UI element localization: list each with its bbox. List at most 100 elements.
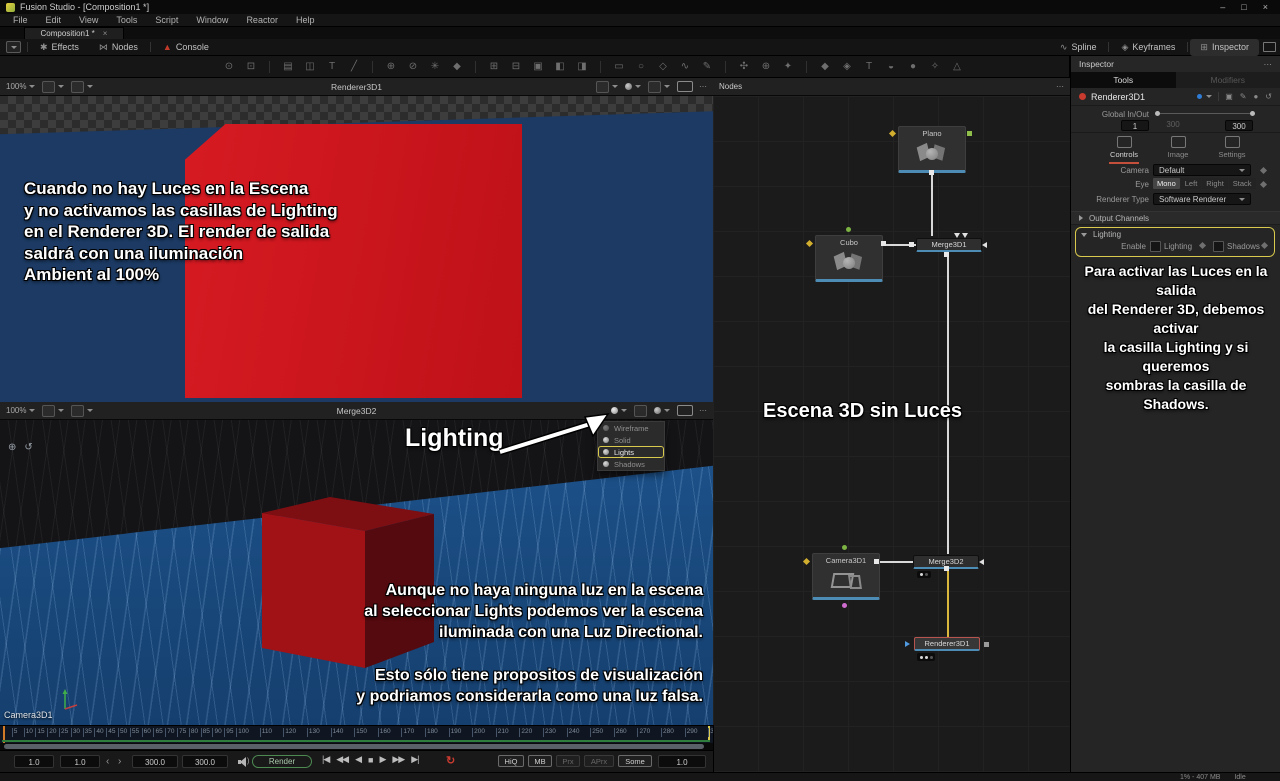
tool-icon[interactable]: ⊙ bbox=[222, 61, 236, 72]
node-plano[interactable]: Plano bbox=[898, 126, 966, 173]
playback-go-end[interactable]: ▶| bbox=[411, 754, 418, 765]
playback-go-start[interactable]: |◀ bbox=[322, 754, 329, 765]
tool-icon[interactable]: ● bbox=[906, 61, 920, 72]
subtab-controls[interactable]: Controls bbox=[1109, 136, 1139, 164]
grid-options-icon[interactable] bbox=[648, 81, 661, 93]
output-connector[interactable] bbox=[929, 170, 934, 175]
global-range-slider[interactable] bbox=[1157, 113, 1253, 114]
lighting-checkbox[interactable] bbox=[1150, 241, 1161, 252]
menu-view[interactable]: View bbox=[70, 15, 107, 25]
pick-icon[interactable]: ● bbox=[1253, 92, 1258, 101]
viewport-1[interactable]: Renderer3D1 100% ⋯ Cuando no hay Luces e… bbox=[0, 78, 714, 402]
viewer-option-icon[interactable] bbox=[71, 405, 84, 417]
global-out-field[interactable]: 300 bbox=[1225, 120, 1253, 131]
quality-hiq[interactable]: HiQ bbox=[498, 755, 524, 767]
tool-icon[interactable]: ▭ bbox=[612, 61, 626, 72]
monitor-icon[interactable] bbox=[1263, 42, 1276, 52]
spline-button[interactable]: ∿ Spline bbox=[1050, 39, 1107, 56]
node-renderer3d1[interactable]: Renderer3D1 bbox=[914, 637, 980, 651]
tool-icon[interactable]: △ bbox=[950, 61, 964, 72]
tool-icon[interactable]: ⊡ bbox=[244, 61, 258, 72]
viewer-option-icon[interactable] bbox=[71, 81, 84, 93]
effects-button[interactable]: ✱ Effects bbox=[30, 39, 89, 56]
viewport1-canvas[interactable]: Cuando no hay Luces en la Escenay no act… bbox=[0, 96, 713, 402]
node-enable-toggle[interactable] bbox=[1079, 93, 1086, 100]
pan-tool-icon[interactable]: ⊕ bbox=[8, 442, 16, 453]
shadows-checkbox[interactable] bbox=[1213, 241, 1224, 252]
menu-window[interactable]: Window bbox=[187, 15, 237, 25]
animate-dot-icon[interactable] bbox=[1260, 181, 1267, 188]
versions-icon[interactable]: ▣ bbox=[1225, 92, 1233, 101]
tool-icon[interactable]: ╱ bbox=[347, 61, 361, 72]
shading-mode-icon[interactable] bbox=[634, 405, 647, 417]
eye-option-stack[interactable]: Stack bbox=[1229, 178, 1256, 189]
output-channels-section[interactable]: Output Channels bbox=[1071, 211, 1280, 225]
tool-icon[interactable]: ✎ bbox=[700, 61, 714, 72]
menu-tools[interactable]: Tools bbox=[107, 15, 146, 25]
menu-file[interactable]: File bbox=[4, 15, 37, 25]
maximize-button[interactable]: □ bbox=[1241, 2, 1246, 12]
output-connector[interactable] bbox=[881, 241, 886, 246]
menu-help[interactable]: Help bbox=[287, 15, 324, 25]
tool-icon[interactable]: ◒ bbox=[884, 61, 898, 72]
node-merge3d1[interactable]: Merge3D1 bbox=[916, 238, 982, 252]
tool-icon[interactable]: ∿ bbox=[678, 61, 692, 72]
tool-icon[interactable]: ◧ bbox=[553, 61, 567, 72]
input-connector[interactable] bbox=[806, 240, 813, 247]
tool-icon[interactable]: ○ bbox=[634, 61, 648, 72]
channel-select-icon[interactable] bbox=[42, 405, 55, 417]
tool-icon[interactable]: ⊞ bbox=[487, 61, 501, 72]
speaker-icon[interactable]: ) bbox=[238, 757, 250, 767]
channel-select-icon[interactable] bbox=[42, 81, 55, 93]
playback-play-reverse[interactable]: ◀ bbox=[355, 754, 361, 765]
output-connector[interactable] bbox=[984, 642, 989, 647]
tool-icon[interactable]: ✳ bbox=[428, 61, 442, 72]
tool-icon[interactable]: ▤ bbox=[281, 61, 295, 72]
tool-icon[interactable]: ⊕ bbox=[759, 61, 773, 72]
tool-icon[interactable]: ◆ bbox=[818, 61, 832, 72]
slider-handle[interactable] bbox=[1155, 111, 1160, 116]
tool-icon[interactable]: T bbox=[325, 61, 339, 72]
tool-icon[interactable]: T bbox=[862, 61, 876, 72]
subtab-settings[interactable]: Settings bbox=[1217, 136, 1247, 164]
close-button[interactable]: × bbox=[1263, 2, 1268, 12]
viewport2-menu-icon[interactable]: ⋯ bbox=[699, 406, 707, 415]
color-dot-icon[interactable] bbox=[1197, 94, 1202, 99]
input-connector[interactable] bbox=[846, 227, 851, 232]
render-button[interactable]: Render bbox=[252, 755, 312, 768]
tool-icon[interactable]: ✧ bbox=[928, 61, 942, 72]
tab-composition1[interactable]: Composition1 * × bbox=[24, 27, 124, 39]
output-connector[interactable] bbox=[944, 566, 949, 571]
slider-handle[interactable] bbox=[1250, 111, 1255, 116]
inspector-button[interactable]: ⊞ Inspector bbox=[1190, 39, 1259, 56]
renderer-type-select[interactable]: Software Renderer bbox=[1153, 193, 1251, 205]
playback-fast-forward[interactable]: ▶▶ bbox=[392, 754, 404, 765]
tool-icon[interactable]: ✣ bbox=[737, 61, 751, 72]
tool-icon[interactable]: ⊕ bbox=[384, 61, 398, 72]
console-button[interactable]: ▲ Console bbox=[153, 39, 219, 56]
menu-edit[interactable]: Edit bbox=[37, 15, 71, 25]
tool-icon[interactable]: ⊘ bbox=[406, 61, 420, 72]
input-connector[interactable] bbox=[962, 233, 968, 238]
lut-icon[interactable] bbox=[596, 81, 609, 93]
eye-option-mono[interactable]: Mono bbox=[1153, 178, 1180, 189]
timeline-scrollbar[interactable] bbox=[0, 743, 714, 750]
output-connector[interactable] bbox=[874, 559, 879, 564]
node-camera3d1[interactable]: Camera3D1 bbox=[812, 553, 880, 600]
playback-fast-rewind[interactable]: ◀◀ bbox=[336, 754, 348, 765]
reset-icon[interactable]: ↺ bbox=[1265, 92, 1272, 101]
animate-dot-icon[interactable] bbox=[1260, 167, 1267, 174]
shadow-toggle-icon[interactable] bbox=[654, 407, 661, 414]
tool-icon[interactable]: ◨ bbox=[575, 61, 589, 72]
camera-select[interactable]: Default bbox=[1153, 164, 1251, 176]
eye-option-left[interactable]: Left bbox=[1181, 178, 1202, 189]
playback-stop[interactable]: ■ bbox=[368, 755, 372, 765]
input-connector[interactable] bbox=[905, 641, 910, 647]
range-in-field[interactable]: 300.0 bbox=[132, 755, 178, 768]
quality-prx[interactable]: Prx bbox=[556, 755, 580, 767]
menu-script[interactable]: Script bbox=[146, 15, 187, 25]
tool-icon[interactable]: ✦ bbox=[781, 61, 795, 72]
tool-icon[interactable]: ◇ bbox=[656, 61, 670, 72]
zoom-level[interactable]: 100% bbox=[6, 82, 26, 91]
output-connector[interactable] bbox=[842, 603, 847, 608]
